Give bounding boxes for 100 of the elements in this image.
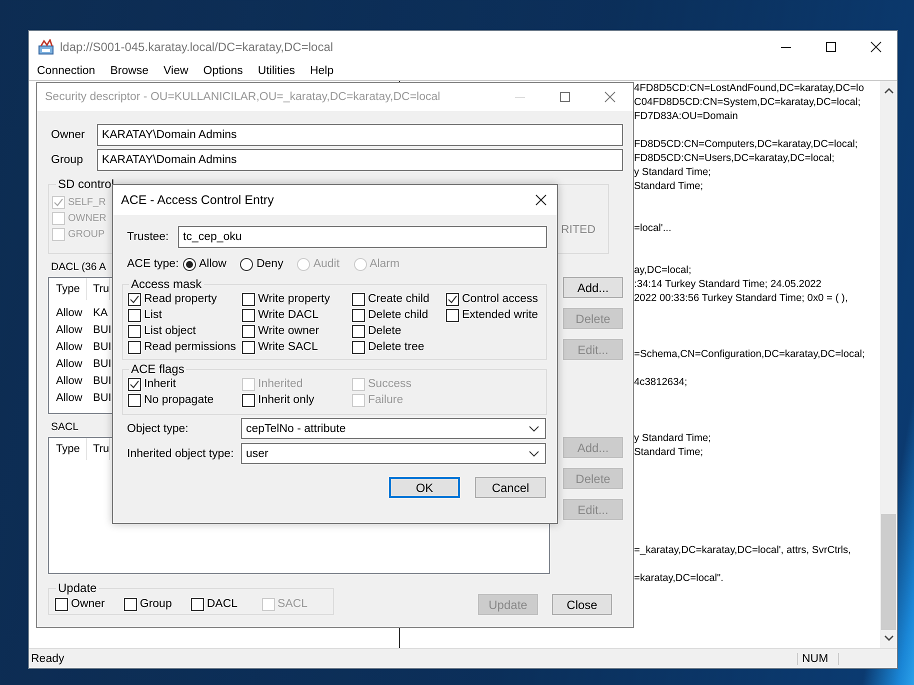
close-icon[interactable] — [870, 40, 882, 52]
checkbox-label: Read permissions — [144, 341, 236, 353]
inherited-object-type-dropdown[interactable]: user — [241, 443, 546, 464]
output-line: FD7D83A:OU=Domain — [634, 110, 739, 124]
checkbox-label: Delete child — [368, 309, 428, 321]
dialog-button[interactable]: OK — [389, 477, 460, 498]
group-title: Update — [57, 581, 98, 595]
list-cell-text: BUI — [92, 374, 112, 386]
checkbox-label: No propagate — [144, 394, 214, 406]
checkbox[interactable] — [352, 340, 365, 354]
column-header[interactable]: Type — [49, 278, 87, 300]
checkbox-label: List — [144, 309, 162, 321]
radio-label: Audit — [313, 258, 340, 270]
checkbox-label: Success — [368, 378, 412, 390]
checkbox[interactable] — [446, 292, 459, 306]
scroll-thumb[interactable] — [881, 514, 896, 630]
radio-button[interactable] — [240, 258, 254, 270]
checkbox[interactable] — [128, 394, 141, 406]
checkbox[interactable] — [128, 324, 141, 338]
trustee-label: Trustee: — [126, 231, 170, 243]
column-header[interactable]: Tru — [87, 278, 110, 300]
checkbox-label: RITED — [561, 224, 596, 236]
output-line: y Standard Time; — [634, 432, 712, 446]
checkbox[interactable] — [242, 324, 255, 338]
scroll-down-icon[interactable] — [884, 634, 894, 642]
checkbox[interactable] — [242, 394, 255, 406]
close-icon[interactable] — [535, 194, 547, 206]
scrollbar[interactable] — [880, 81, 897, 648]
output-line: 4c3812634; — [634, 376, 688, 390]
checkbox[interactable] — [352, 324, 365, 338]
dialog-button[interactable]: Add... — [563, 277, 623, 298]
menu-item[interactable]: Options — [202, 65, 250, 77]
checkbox-label: GROUP — [68, 228, 105, 240]
radio-label: Deny — [256, 258, 284, 270]
list-cell-text: BUI — [92, 358, 112, 370]
column-header[interactable]: Tru — [87, 438, 110, 460]
menu-item[interactable]: Browse — [109, 65, 156, 77]
checkbox[interactable] — [242, 308, 255, 322]
radio-label: Alarm — [370, 258, 400, 270]
output-line: ay,DC=local; — [634, 264, 692, 278]
list-cell-text: Allow — [55, 374, 84, 386]
list-cell-text: Allow — [55, 306, 84, 318]
checkbox[interactable] — [352, 308, 365, 322]
checkbox[interactable] — [446, 308, 459, 322]
inherited-object-type-label: Inherited object type: — [126, 448, 235, 460]
checkbox[interactable] — [128, 340, 141, 354]
group-title: ACE flags — [130, 362, 186, 376]
radio-button[interactable] — [183, 258, 196, 270]
checkbox-label: SELF_R — [68, 196, 106, 208]
column-header[interactable]: Type — [49, 438, 87, 460]
dialog-title: Security descriptor - OU=KULLANICILAR,OU=_karatay,DC=karatay,DC=local — [45, 91, 440, 103]
list-cell-text: Allow — [55, 358, 84, 370]
checkbox[interactable] — [124, 598, 137, 610]
output-line: C04FD8D5CD:CN=System,DC=karatay,DC=local; — [634, 96, 862, 110]
output-line: =_karatay,DC=karatay,DC=local', attrs, SvrCtrls, — [634, 544, 852, 558]
list-label: DACL (36 A — [50, 260, 106, 275]
menu-item[interactable]: View — [162, 65, 196, 77]
menu-item[interactable]: Utilities — [256, 65, 302, 77]
checkbox-label: Group — [140, 598, 172, 610]
checkbox-label: Failure — [368, 394, 404, 406]
menu-item[interactable]: Connection — [36, 65, 102, 77]
checkbox-label: Delete — [368, 325, 402, 337]
object-type-label: Object type: — [126, 422, 190, 434]
num-lock-indicator: NUM — [797, 652, 839, 664]
dialog-button[interactable]: Cancel — [475, 477, 546, 498]
output-line: FD8D5CD:CN=Users,DC=karatay,DC=local; — [634, 152, 836, 166]
scroll-up-icon[interactable] — [884, 87, 894, 95]
checkbox-label: Inherited — [258, 378, 303, 390]
checkbox[interactable] — [128, 292, 141, 306]
checkbox-label: Write SACL — [258, 341, 318, 353]
status-text: Ready — [30, 652, 64, 664]
checkbox-label: Inherit — [144, 378, 176, 390]
dialog-button[interactable]: Close — [552, 594, 612, 615]
menu-item[interactable]: Help — [308, 65, 341, 77]
trustee-field[interactable]: tc_cep_oku — [178, 226, 547, 248]
object-type-dropdown[interactable]: cepTelNo - attribute — [241, 418, 546, 439]
output-line: y Standard Time; — [634, 166, 712, 180]
maximize-icon[interactable] — [825, 40, 837, 52]
chevron-down-icon — [529, 450, 539, 456]
output-line: FD8D5CD:CN=Computers,DC=karatay,DC=local; — [634, 138, 859, 152]
checkbox[interactable] — [128, 378, 141, 390]
list-cell-text: Allow — [55, 392, 84, 404]
checkbox[interactable] — [352, 292, 365, 306]
output-line: Standard Time; — [634, 446, 704, 460]
output-line: :34:14 Turkey Standard Time; 24.05.2022 — [634, 278, 822, 292]
checkbox[interactable] — [190, 598, 204, 610]
checkbox[interactable] — [242, 340, 255, 354]
checkbox-label: Delete tree — [368, 341, 424, 353]
list-cell-text: KA — [92, 306, 108, 318]
chevron-down-icon — [529, 426, 539, 432]
checkbox-label: Read property — [144, 293, 217, 305]
checkbox[interactable] — [128, 308, 141, 322]
checkbox-label: Create child — [368, 293, 430, 305]
checkbox[interactable] — [55, 598, 68, 610]
group-field[interactable]: KARATAY\Domain Admins — [96, 149, 623, 171]
checkbox-label: Write DACL — [258, 309, 318, 321]
ldap-app-icon — [38, 38, 54, 54]
owner-field[interactable]: KARATAY\Domain Admins — [96, 124, 623, 146]
checkbox[interactable] — [242, 292, 255, 306]
owner-label: Owner — [50, 129, 86, 141]
